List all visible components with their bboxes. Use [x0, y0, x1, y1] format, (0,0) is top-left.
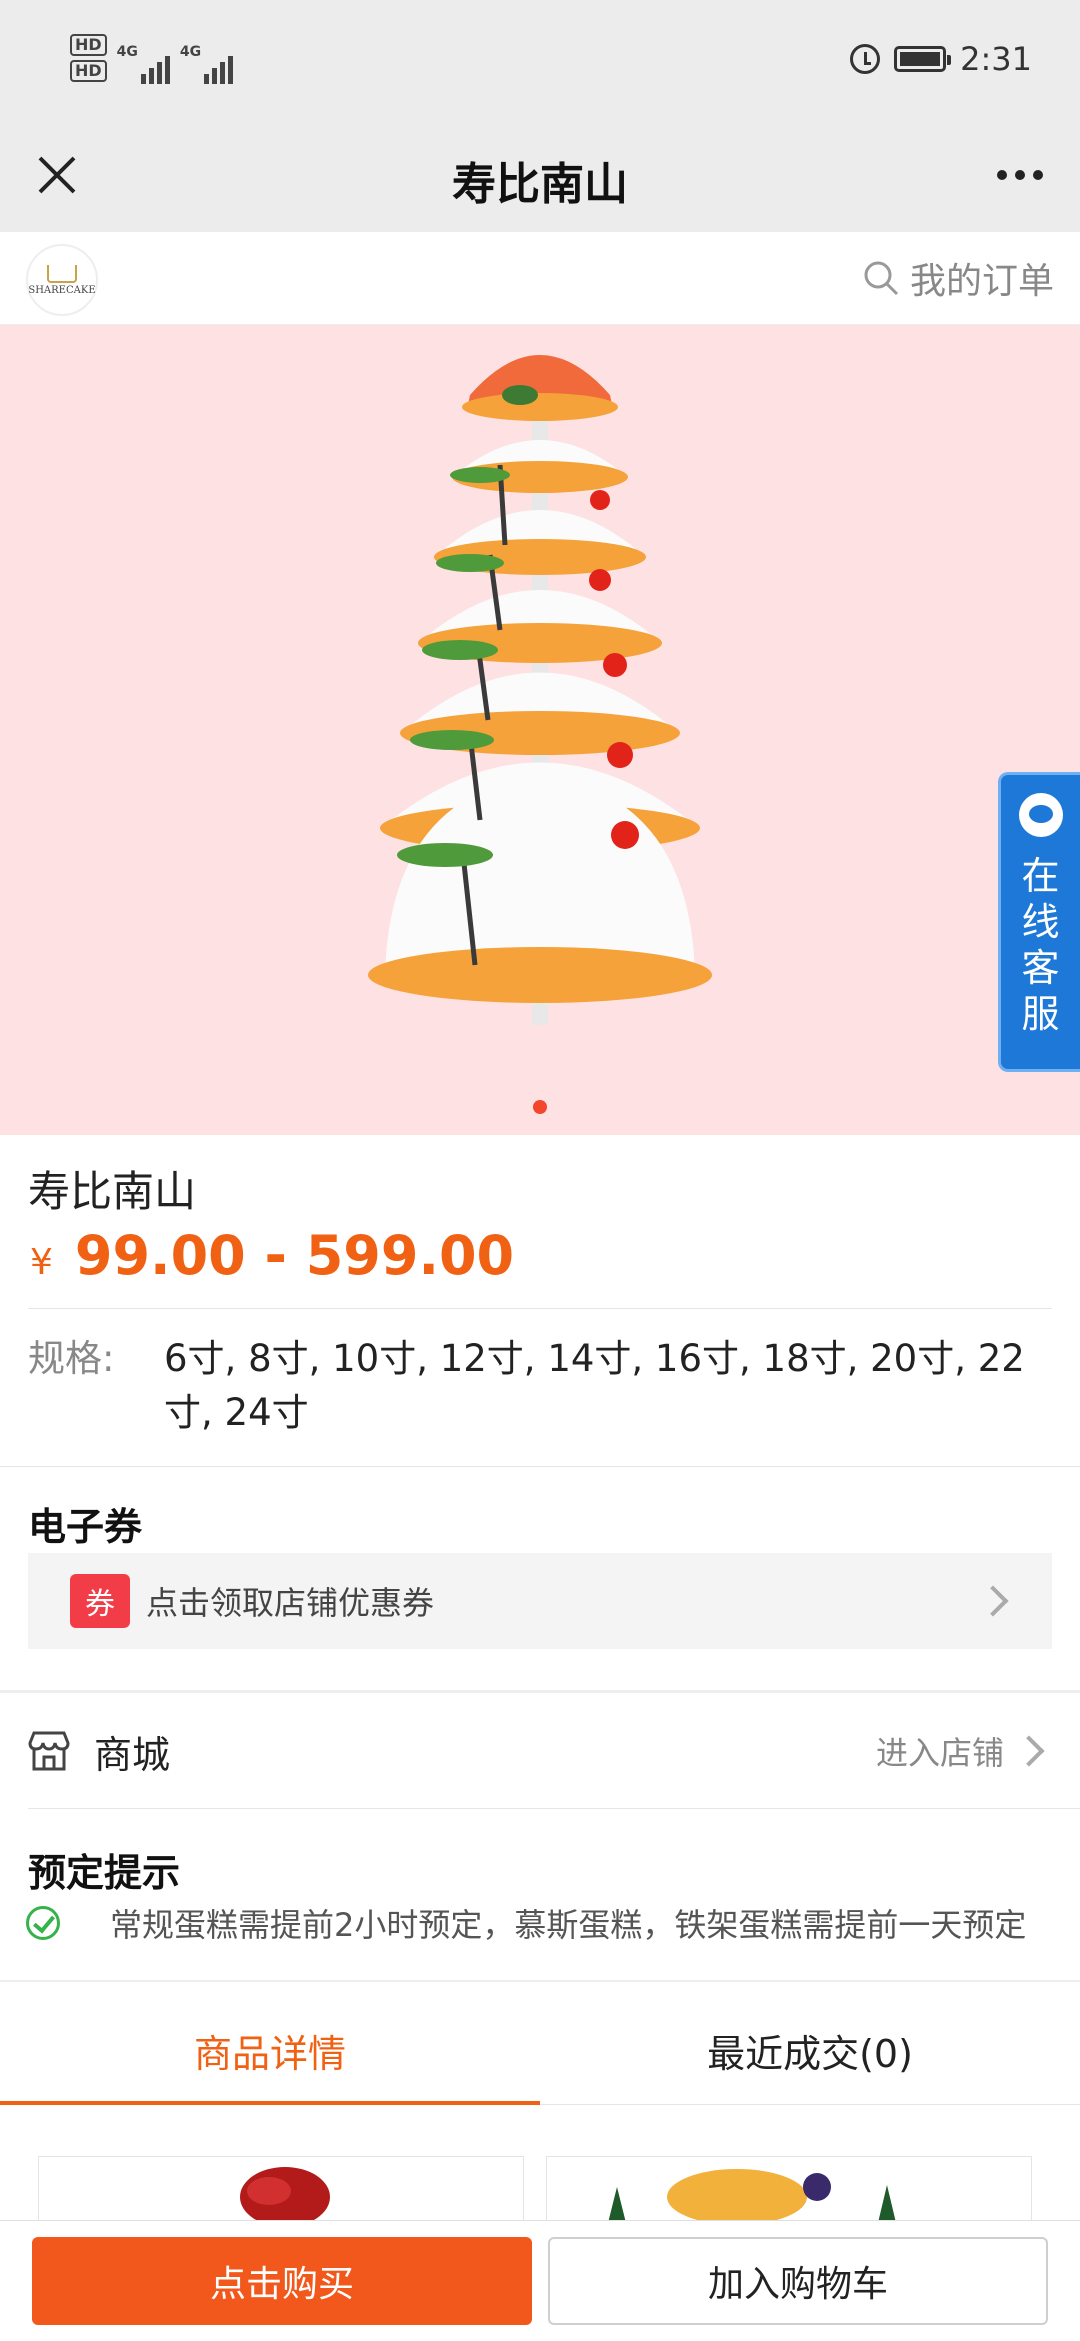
status-bar: HD HD 4G 4G 2:31 [0, 0, 1080, 120]
booking-tip: 常规蛋糕需提前2小时预定，慕斯蛋糕，铁架蛋糕需提前一天预定 [26, 1900, 1026, 1946]
detail-tabs: 商品详情 最近成交(0) [0, 1996, 1080, 2105]
hd2-badge: HD [70, 60, 107, 82]
currency-symbol: ¥ [30, 1242, 53, 1283]
alarm-icon [850, 44, 881, 74]
booking-section-title: 预定提示 [28, 1851, 181, 1895]
cake-image [368, 355, 712, 1025]
mall-row[interactable]: 商城 进入店铺 [0, 1693, 1080, 1809]
product-price: ¥ 99.00 - 599.00 [30, 1224, 514, 1287]
carousel-indicator-dot [533, 1100, 547, 1114]
shop-logo[interactable]: SHARECAKE [26, 244, 98, 316]
mall-label: 商城 [94, 1732, 171, 1777]
spec-values: 6寸, 8寸, 10寸, 12寸, 14寸, 16寸, 18寸, 20寸, 22… [164, 1337, 1025, 1434]
tab-product-details[interactable]: 商品详情 [0, 1996, 540, 2105]
more-button[interactable] [990, 150, 1050, 200]
battery-icon [894, 46, 952, 72]
coupon-text: 点击领取店铺优惠券 [146, 1584, 435, 1622]
divider [28, 1308, 1052, 1309]
title-bar: 寿比南山 [0, 120, 1080, 232]
coupon-row[interactable]: 券 点击领取店铺优惠券 [28, 1553, 1052, 1649]
logo-text: SHARECAKE [28, 284, 96, 296]
network-type-2: 4G [179, 44, 202, 60]
buy-now-button[interactable]: 点击购买 [32, 2237, 532, 2325]
bottom-action-bar: 点击购买 加入购物车 [0, 2220, 1080, 2341]
my-order-link[interactable]: 我的订单 [862, 252, 1054, 304]
chevron-right-icon [977, 1585, 1009, 1617]
check-icon [26, 1906, 60, 1940]
signal-icon-2: 4G [179, 44, 234, 84]
crown-icon [47, 264, 77, 283]
signal-icon-1: 4G [117, 44, 170, 84]
more-dot-icon [997, 170, 1007, 180]
product-image-carousel[interactable] [0, 325, 1080, 1135]
tab-recent-deals[interactable]: 最近成交(0) [540, 1996, 1080, 2104]
price-range: 99.00 - 599.00 [74, 1224, 515, 1287]
coupon-section-title: 电子券 [28, 1505, 143, 1549]
spec-row[interactable]: 规格: 6寸, 8寸, 10寸, 12寸, 14寸, 16寸, 18寸, 20寸… [28, 1332, 1058, 1440]
enter-store-link[interactable]: 进入店铺 [876, 1728, 1004, 1774]
product-name: 寿比南山 [28, 1167, 197, 1216]
add-to-cart-button[interactable]: 加入购物车 [548, 2237, 1048, 2325]
store-icon [28, 1731, 70, 1771]
spec-label: 规格: [28, 1337, 115, 1380]
divider [0, 1466, 1080, 1467]
hd-indicator: HD HD [70, 32, 107, 84]
chevron-right-icon [1013, 1735, 1045, 1767]
status-right: 2:31 [850, 40, 1032, 78]
divider [0, 1980, 1080, 1982]
headset-icon [1018, 793, 1063, 837]
my-order-label: 我的订单 [909, 261, 1054, 302]
clock: 2:31 [960, 40, 1032, 78]
divider [28, 1808, 1080, 1809]
signal-area: HD HD 4G 4G [70, 32, 234, 84]
online-service-button[interactable]: 在线客服 [998, 772, 1080, 1072]
network-type-1: 4G [116, 44, 138, 60]
hd1-badge: HD [70, 34, 107, 56]
shop-bar: SHARECAKE 我的订单 [0, 232, 1080, 325]
page-title: 寿比南山 [452, 159, 628, 210]
online-service-label: 在线客服 [1021, 854, 1060, 1036]
search-icon [864, 261, 899, 296]
booking-tip-text: 常规蛋糕需提前2小时预定，慕斯蛋糕，铁架蛋糕需提前一天预定 [110, 1906, 1027, 1944]
coupon-tag: 券 [70, 1574, 130, 1628]
